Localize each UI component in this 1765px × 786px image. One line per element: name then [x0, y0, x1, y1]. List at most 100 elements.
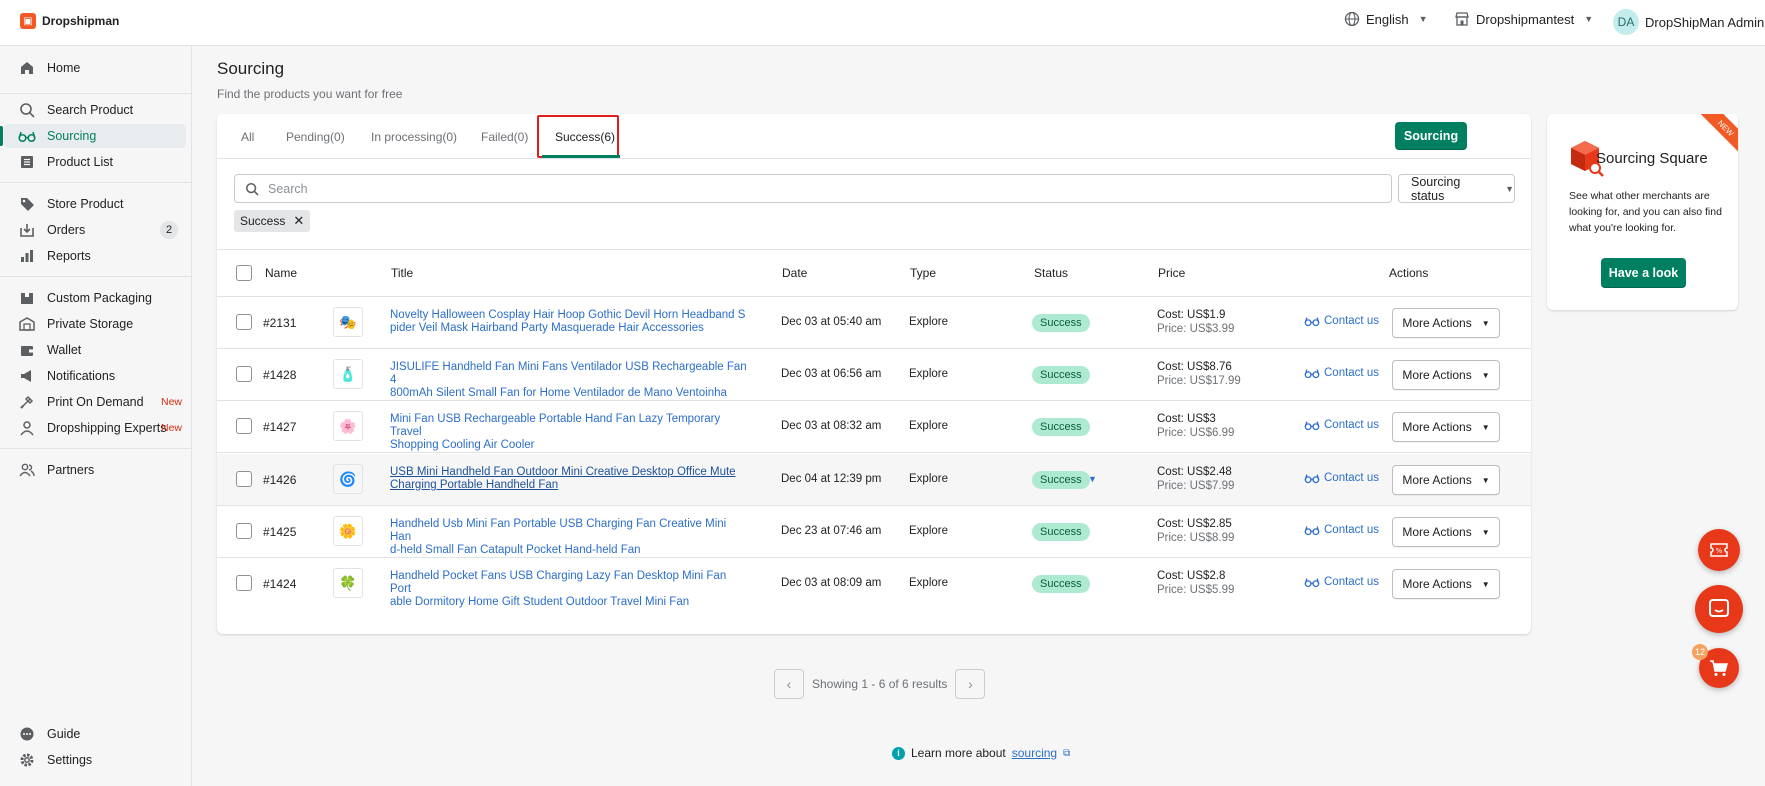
- search-input[interactable]: Search: [234, 174, 1392, 203]
- more-actions-button[interactable]: More Actions ▼: [1392, 308, 1500, 338]
- glasses-icon: [1304, 578, 1320, 588]
- sidebar-item-reports[interactable]: Reports: [4, 244, 186, 268]
- sidebar-item-orders[interactable]: Orders 2: [4, 218, 186, 242]
- price-info: Cost: US$1.9 Price: US$3.99: [1157, 308, 1234, 336]
- product-thumbnail[interactable]: 🌀: [333, 464, 363, 494]
- sidebar-item-label: Sourcing: [47, 129, 97, 143]
- contact-us-link[interactable]: Contact us: [1304, 367, 1379, 379]
- product-title-link[interactable]: JISULIFE Handheld Fan Mini Fans Ventilad…: [390, 361, 748, 400]
- sourcing-button[interactable]: Sourcing: [1395, 122, 1467, 150]
- product-thumbnail[interactable]: 🌸: [333, 411, 363, 441]
- previous-page-button[interactable]: ‹: [774, 669, 804, 699]
- sidebar-item-notifications[interactable]: Notifications: [4, 364, 186, 388]
- sourcing-id: #1428: [263, 368, 297, 382]
- caret-down-icon: ▼: [1584, 14, 1594, 24]
- more-actions-label: More Actions: [1402, 577, 1472, 591]
- status-badge: Success: [1032, 523, 1090, 541]
- store-selector[interactable]: Dropshipmantest ▼: [1454, 11, 1593, 27]
- sidebar-item-print-on-demand[interactable]: Print On Demand New: [4, 390, 186, 414]
- product-title-link[interactable]: Novelty Halloween Cosplay Hair Hoop Goth…: [390, 309, 748, 335]
- table-row[interactable]: #1427 🌸 Mini Fan USB Rechargeable Portable…: [217, 401, 1531, 453]
- sidebar-item-dropshipping-experts[interactable]: Dropshipping Experts New: [4, 416, 186, 440]
- more-actions-button[interactable]: More Actions ▼: [1392, 360, 1500, 390]
- tab-in-processing[interactable]: In processing(0): [371, 130, 457, 144]
- product-thumbnail[interactable]: 🍀: [333, 568, 363, 598]
- sidebar-item-partners[interactable]: Partners: [4, 458, 186, 482]
- sidebar-item-search-product[interactable]: Search Product: [4, 98, 186, 122]
- select-all-checkbox[interactable]: [236, 265, 252, 281]
- sidebar-item-home[interactable]: Home: [4, 56, 186, 80]
- row-checkbox[interactable]: [236, 471, 252, 487]
- close-icon[interactable]: ✕: [293, 213, 304, 229]
- contact-us-link[interactable]: Contact us: [1304, 419, 1379, 431]
- sidebar-item-private-storage[interactable]: Private Storage: [4, 312, 186, 336]
- sidebar-item-label: Reports: [47, 249, 91, 263]
- sidebar-item-wallet[interactable]: Wallet: [4, 338, 186, 362]
- sidebar-item-guide[interactable]: Guide: [4, 722, 186, 746]
- table-row[interactable]: #1424 🍀 Handheld Pocket Fans USB Charging …: [217, 558, 1531, 610]
- status-caret-icon[interactable]: ▼: [1088, 474, 1097, 484]
- contact-us-label: Contact us: [1324, 472, 1379, 484]
- chat-support-button[interactable]: [1695, 585, 1743, 633]
- sidebar-divider: [0, 448, 191, 449]
- brand-logo[interactable]: ▣ Dropshipman: [20, 13, 119, 29]
- title-line-2: Shopping Cooling Air Cooler: [390, 439, 535, 451]
- sidebar-item-custom-packaging[interactable]: Custom Packaging: [4, 286, 186, 310]
- sidebar-item-sourcing[interactable]: Sourcing: [0, 124, 186, 148]
- sidebar-item-label: Dropshipping Experts: [47, 421, 167, 435]
- contact-us-link[interactable]: Contact us: [1304, 315, 1379, 327]
- table-row[interactable]: #1426 🌀 USB Mini Handheld Fan Outdoor Mini…: [217, 454, 1531, 506]
- tab-pending[interactable]: Pending(0): [286, 130, 345, 144]
- more-actions-button[interactable]: More Actions ▼: [1392, 569, 1500, 599]
- sidebar-item-product-list[interactable]: Product List: [4, 150, 186, 174]
- sourcing-status-filter[interactable]: Sourcing status ▼: [1398, 174, 1515, 203]
- table-row[interactable]: #1425 🌼 Handheld Usb Mini Fan Portable USB…: [217, 506, 1531, 558]
- product-title-link[interactable]: Handheld Pocket Fans USB Charging Lazy F…: [390, 570, 748, 609]
- external-link-icon: ⧉: [1063, 747, 1071, 759]
- product-thumbnail[interactable]: 🌼: [333, 516, 363, 546]
- search-placeholder: Search: [268, 181, 308, 196]
- table-row[interactable]: #2131 🎭 Novelty Halloween Cosplay Hair Hoo…: [217, 297, 1531, 349]
- sourcing-help-link[interactable]: sourcing: [1012, 746, 1057, 760]
- title-line-2: 800mAh Silent Small Fan for Home Ventila…: [390, 387, 727, 399]
- sidebar-item-label: Store Product: [47, 197, 124, 211]
- sidebar-item-label: Product List: [47, 155, 114, 169]
- language-label: English: [1366, 11, 1409, 27]
- contact-us-link[interactable]: Contact us: [1304, 472, 1379, 484]
- language-selector[interactable]: English ▼: [1344, 11, 1428, 27]
- learn-more-text: Learn more about: [911, 746, 1006, 760]
- new-label: New: [160, 422, 182, 434]
- row-checkbox[interactable]: [236, 418, 252, 434]
- contact-us-link[interactable]: Contact us: [1304, 576, 1379, 588]
- row-checkbox[interactable]: [236, 523, 252, 539]
- contact-us-link[interactable]: Contact us: [1304, 524, 1379, 536]
- table-row[interactable]: #1428 🧴 JISULIFE Handheld Fan Mini Fans Ve…: [217, 349, 1531, 401]
- row-checkbox[interactable]: [236, 366, 252, 382]
- sidebar-item-store-product[interactable]: Store Product: [4, 192, 186, 216]
- new-label: New: [160, 396, 182, 408]
- next-page-button[interactable]: ›: [955, 669, 986, 699]
- sourcing-date: Dec 03 at 05:40 am: [781, 316, 882, 328]
- coupon-button[interactable]: %: [1698, 529, 1740, 571]
- product-title-link[interactable]: Handheld Usb Mini Fan Portable USB Charg…: [390, 518, 748, 557]
- product-title-link[interactable]: Mini Fan USB Rechargeable Portable Hand …: [390, 413, 748, 452]
- caret-down-icon: ▼: [1481, 318, 1490, 328]
- more-actions-button[interactable]: More Actions ▼: [1392, 465, 1500, 495]
- person-icon: [18, 419, 36, 437]
- row-checkbox[interactable]: [236, 314, 252, 330]
- user-menu[interactable]: DA DropShipMan Admin: [1613, 9, 1764, 35]
- glasses-icon: [1304, 317, 1320, 327]
- tab-failed[interactable]: Failed(0): [481, 130, 528, 144]
- tab-all[interactable]: All: [241, 130, 254, 144]
- bar-chart-icon: [18, 247, 36, 265]
- have-a-look-button[interactable]: Have a look: [1601, 258, 1686, 288]
- sidebar-item-settings[interactable]: Settings: [4, 748, 186, 772]
- product-thumbnail[interactable]: 🧴: [333, 359, 363, 389]
- product-title-link[interactable]: USB Mini Handheld Fan Outdoor Mini Creat…: [390, 466, 748, 492]
- orders-count-badge: 2: [160, 221, 178, 239]
- product-thumbnail[interactable]: 🎭: [333, 307, 363, 337]
- row-checkbox[interactable]: [236, 575, 252, 591]
- more-actions-button[interactable]: More Actions ▼: [1392, 517, 1500, 547]
- more-actions-button[interactable]: More Actions ▼: [1392, 412, 1500, 442]
- caret-down-icon: ▼: [1481, 370, 1490, 380]
